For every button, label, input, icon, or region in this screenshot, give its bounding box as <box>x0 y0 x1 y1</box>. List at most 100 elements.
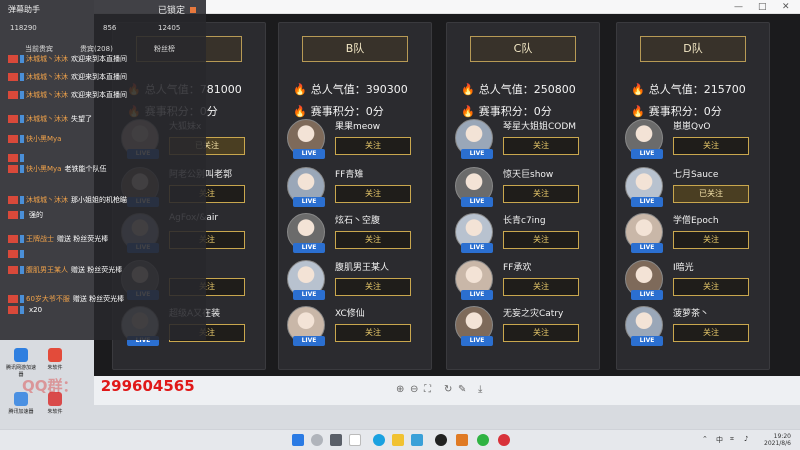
follow-button[interactable]: 关注 <box>335 231 411 249</box>
fan-badge-icon <box>20 55 24 63</box>
member-card: LIVE 炫石丶空腹 关注 <box>287 213 427 255</box>
maximize-icon[interactable]: □ <box>758 2 767 12</box>
fan-badge-icon <box>20 135 24 143</box>
member-name: FF承欢 <box>503 263 532 273</box>
follow-button[interactable]: 关注 <box>503 185 579 203</box>
wechat-icon[interactable] <box>477 434 489 446</box>
chat-viewers-count: 118290 <box>10 24 37 32</box>
lock-icon <box>189 7 196 13</box>
member-name: 腹肌男王某人 <box>335 263 390 273</box>
member-card: LIVE XC修仙 关注 <box>287 306 427 348</box>
team-score-label: 赛事积分： <box>310 105 366 118</box>
rotate-icon[interactable]: ↻ <box>444 384 452 395</box>
follow-button[interactable]: 关注 <box>673 231 749 249</box>
live-badge: LIVE <box>461 243 493 253</box>
team-score-row: 🔥赛事积分：0分 <box>293 103 384 119</box>
team-total-value: 781000 <box>199 83 242 96</box>
team-score-value: 0分 <box>703 105 722 118</box>
edit-icon[interactable]: ✎ <box>458 384 466 395</box>
user-level-icon <box>8 91 18 99</box>
taskbar-clock[interactable]: 19:20 2021/8/6 <box>764 433 791 447</box>
app-icon[interactable] <box>498 434 510 446</box>
chat-username[interactable]: 沐城城丶沐沐 <box>26 91 68 99</box>
fan-badge-icon <box>20 295 24 303</box>
lock-button[interactable]: 已锁定 <box>158 3 196 16</box>
ime-language[interactable]: 中 <box>716 435 723 445</box>
chat-username[interactable]: 沐城城丶沐沐 <box>26 73 68 81</box>
chat-username[interactable]: 王牌战士 <box>26 235 54 243</box>
team-total-value: 390300 <box>365 83 408 96</box>
desktop-icon-label: 朱软件 <box>47 365 63 371</box>
chat-username[interactable]: 沐城城丶沐沐 <box>26 55 68 63</box>
follow-button[interactable]: 已关注 <box>673 185 749 203</box>
member-card: LIVE 无妄之灾Catry 关注 <box>455 306 595 348</box>
app-icon[interactable] <box>435 434 447 446</box>
live-badge: LIVE <box>293 290 325 300</box>
follow-button[interactable]: 关注 <box>335 324 411 342</box>
close-icon[interactable]: ✕ <box>782 2 790 12</box>
follow-button[interactable]: 关注 <box>335 278 411 296</box>
download-icon[interactable]: ⤓ <box>478 384 482 395</box>
chat-username[interactable]: 沐城城丶沐沐 <box>26 196 68 204</box>
chat-username[interactable]: 60岁大爷不服 <box>26 295 70 303</box>
user-level-icon <box>8 154 18 162</box>
member-name: 崽崽QvO <box>673 122 711 132</box>
team-name: D队 <box>640 36 746 62</box>
widgets-icon[interactable] <box>349 434 361 446</box>
follow-button[interactable]: 关注 <box>335 185 411 203</box>
clock-date: 2021/8/6 <box>764 440 791 447</box>
chat-message: 沐城城丶沐沐 失望了 <box>8 114 92 126</box>
tray-chevron-icon[interactable]: ⌃ <box>702 435 708 443</box>
edge-icon[interactable] <box>373 434 385 446</box>
user-level-icon <box>8 73 18 81</box>
team-name: B队 <box>302 36 408 62</box>
folder-icon[interactable] <box>392 434 404 446</box>
minimize-icon[interactable]: — <box>734 2 743 12</box>
chat-message: 沐城城丶沐沐 欢迎来到本直播间 <box>8 54 127 66</box>
team-total-row: 🔥 总人气值：390300 <box>293 81 408 97</box>
chat-username[interactable]: 沐城城丶沐沐 <box>26 115 68 123</box>
member-card: LIVE 七月Sauce 已关注 <box>625 167 765 209</box>
start-icon[interactable] <box>292 434 304 446</box>
chat-username[interactable]: 快小黑Mya <box>26 165 61 173</box>
team-total-row: 🔥 总人气值：250800 <box>461 81 576 97</box>
desktop-icon-app[interactable]: 朱软件 <box>38 348 72 371</box>
follow-button[interactable]: 关注 <box>503 137 579 155</box>
app-icon[interactable] <box>456 434 468 446</box>
chat-header-mid: 贵宾(208) <box>80 45 113 53</box>
member-name: FF青雉 <box>335 170 364 180</box>
chat-username[interactable]: 快小黑Mya <box>26 135 61 143</box>
chat-text: 赠送 粉丝荧光棒 <box>71 266 123 274</box>
follow-button[interactable]: 关注 <box>503 231 579 249</box>
live-badge: LIVE <box>293 336 325 346</box>
desktop-icon-accelerator[interactable]: 腾讯网游加速器 <box>4 348 38 378</box>
chat-username[interactable]: 腹肌男王某人 <box>26 266 68 274</box>
chat-text: 赠送 粉丝荧光棒 <box>72 295 125 303</box>
search-icon[interactable] <box>311 434 323 446</box>
follow-button[interactable]: 关注 <box>503 324 579 342</box>
task-view-icon[interactable] <box>330 434 342 446</box>
live-badge: LIVE <box>631 149 663 159</box>
fit-icon[interactable]: ⛶ <box>424 384 431 395</box>
fan-badge-icon <box>20 115 24 123</box>
user-level-icon <box>8 115 18 123</box>
fan-badge-icon <box>20 154 24 162</box>
member-card: LIVE 果果meow 关注 <box>287 119 427 161</box>
chat-message: 60岁大爷不服 赠送 粉丝荧光棒 <box>8 294 124 306</box>
volume-icon[interactable]: ♪ <box>744 435 748 443</box>
zoom-in-icon[interactable]: ⊕ <box>396 384 404 395</box>
follow-button[interactable]: 关注 <box>673 324 749 342</box>
chat-message: 腹肌男王某人 赠送 粉丝荧光棒 <box>8 265 122 277</box>
user-level-icon <box>8 306 18 314</box>
team-total-value: 215700 <box>703 83 746 96</box>
follow-button[interactable]: 关注 <box>335 137 411 155</box>
team-total-label: 总人气值： <box>648 83 704 96</box>
app-icon <box>14 348 28 362</box>
store-icon[interactable] <box>411 434 423 446</box>
follow-button[interactable]: 关注 <box>673 278 749 296</box>
network-icon[interactable]: ⌗ <box>730 435 734 444</box>
zoom-out-icon[interactable]: ⊖ <box>410 384 418 395</box>
follow-button[interactable]: 关注 <box>673 137 749 155</box>
user-level-icon <box>8 165 18 173</box>
follow-button[interactable]: 关注 <box>503 278 579 296</box>
